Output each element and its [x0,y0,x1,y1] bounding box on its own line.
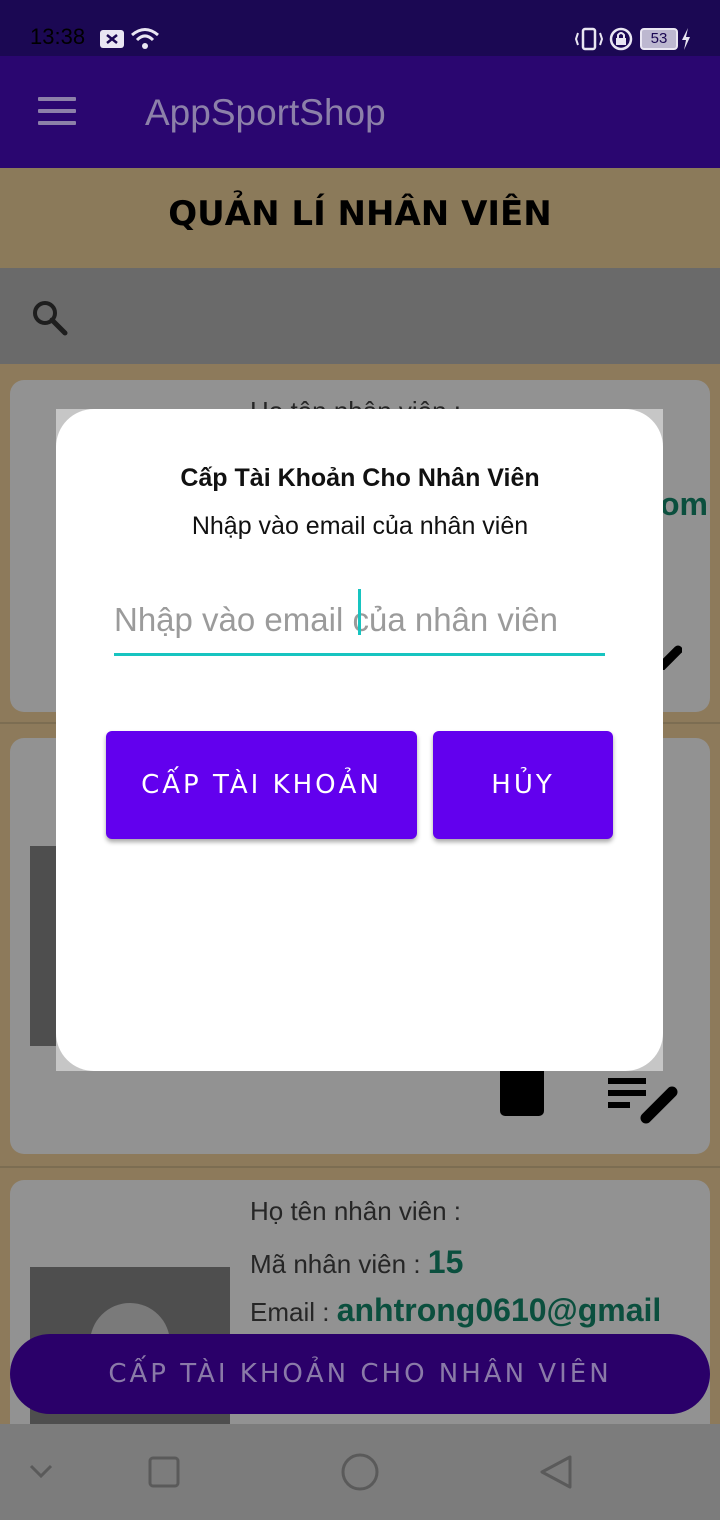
dialog-title: Cấp Tài Khoản Cho Nhân Viên [180,464,540,492]
search-icon[interactable] [30,298,70,338]
page-title: QUẢN LÍ NHÂN VIÊN [168,194,552,234]
employee-id-label: Mã nhân viên : 15 [250,1244,464,1280]
home-icon[interactable] [340,1452,380,1492]
lock-rotation-icon [609,27,633,51]
delete-icon[interactable] [500,1066,544,1116]
dialog-subtitle: Nhập vào email của nhân viên [191,512,529,540]
app-title: AppSportShop [145,92,386,133]
edit-icon[interactable] [606,1076,682,1124]
text-cursor [358,589,361,635]
wifi-icon [131,28,159,49]
charging-icon [682,28,690,50]
vibrate-icon [574,27,604,51]
recents-icon[interactable] [148,1456,180,1488]
battery-indicator: 53 [640,28,678,50]
employee-email-value: anhtrong0610@gmail [336,1292,662,1328]
grant-account-button[interactable]: CẤP TÀI KHOẢN [106,731,417,839]
employee-photo [30,846,56,1046]
grant-account-fab[interactable]: CẤP TÀI KHOẢN CHO NHÂN VIÊN [10,1334,710,1414]
card-divider [0,1166,720,1168]
menu-icon[interactable] [38,97,76,125]
cancel-button[interactable]: HỦY [433,731,613,839]
employee-id-value: 15 [427,1244,464,1280]
search-bar[interactable] [0,268,720,364]
notification-icon [100,30,124,48]
chevron-down-icon[interactable] [28,1462,54,1480]
employee-name-label: Họ tên nhân viên : [250,1196,462,1226]
back-icon[interactable] [538,1454,574,1490]
employee-email-label: Email : anhtrong0610@gmail [250,1292,662,1328]
status-time: 13:38 [30,24,86,49]
